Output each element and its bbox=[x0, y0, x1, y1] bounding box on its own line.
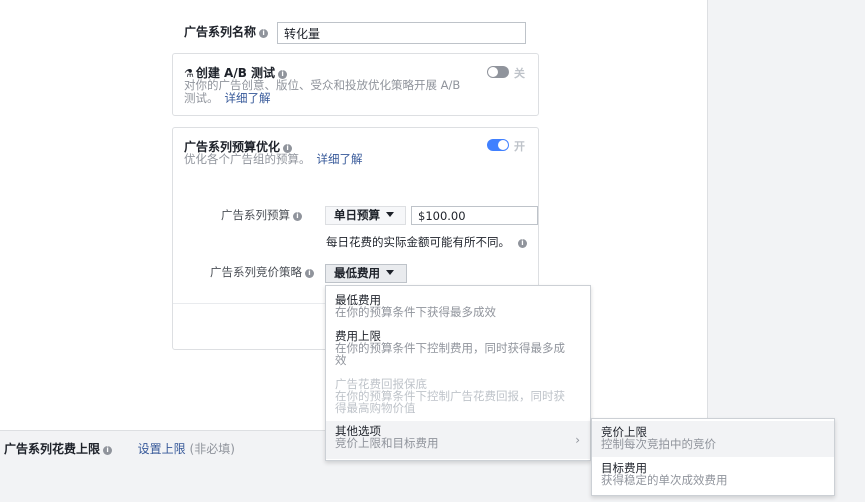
budget-opt-toggle[interactable] bbox=[487, 139, 509, 151]
toggle-knob bbox=[498, 140, 508, 150]
submenu-item-target-cost[interactable]: 目标费用 获得稳定的单次成效费用 bbox=[592, 459, 834, 493]
campaign-name-label: 广告系列名称 bbox=[184, 25, 257, 39]
set-limit-link[interactable]: 设置上限 bbox=[138, 442, 186, 456]
menu-item-subtitle: 在你的预算条件下获得最多成效 bbox=[335, 305, 496, 319]
budget-type-value: 单日预算 bbox=[334, 208, 380, 222]
menu-item-subtitle: 竞价上限和目标费用 bbox=[335, 436, 439, 450]
bid-strategy-value: 最低费用 bbox=[334, 266, 380, 280]
campaign-budget-label-text: 广告系列预算 bbox=[221, 208, 290, 222]
menu-item-subtitle: 获得稳定的单次成效费用 bbox=[601, 473, 728, 487]
menu-item-subtitle: 在你的预算条件下控制费用，同时获得最多成效 bbox=[335, 341, 565, 367]
ab-test-description: 对你的广告创意、版位、受众和投放优化策略开展 A/B 测试。 详细了解 bbox=[184, 79, 474, 105]
chevron-right-icon: › bbox=[575, 433, 580, 447]
info-icon[interactable]: i bbox=[518, 239, 527, 248]
campaign-budget-label: 广告系列预算 i bbox=[200, 207, 302, 223]
info-icon[interactable]: i bbox=[293, 212, 302, 221]
budget-opt-toggle-label: 开 bbox=[514, 140, 525, 153]
budget-opt-learn-more-link[interactable]: 详细了解 bbox=[317, 152, 363, 166]
caret-down-icon bbox=[386, 270, 394, 275]
menu-item-other-options[interactable]: 其他选项 竞价上限和目标费用 › bbox=[326, 421, 590, 459]
budget-note-text: 每日花费的实际金额可能有所不同。 bbox=[326, 235, 510, 249]
toggle-knob bbox=[488, 67, 498, 77]
info-icon[interactable]: i bbox=[259, 29, 269, 38]
menu-item-roas-floor: 广告花费回报保底 在你的预算条件下控制广告花费回报，同时获得最高购物价值 bbox=[326, 378, 590, 420]
budget-opt-description: 优化各个广告组的预算。 详细了解 bbox=[184, 153, 363, 166]
bid-strategy-label-text: 广告系列竞价策略 bbox=[210, 265, 302, 279]
menu-item-subtitle: 控制每次竞拍中的竞价 bbox=[601, 437, 716, 451]
budget-amount-input[interactable] bbox=[411, 206, 538, 225]
caret-down-icon bbox=[386, 212, 394, 217]
menu-item-subtitle: 在你的预算条件下控制广告花费回报，同时获得最高购物价值 bbox=[335, 389, 565, 415]
spend-limit-label: 广告系列花费上限 bbox=[4, 442, 101, 456]
bid-strategy-dropdown[interactable]: 最低费用 bbox=[325, 264, 407, 283]
optional-hint: (非必填) bbox=[189, 442, 235, 456]
ab-test-toggle-label: 关 bbox=[514, 67, 525, 80]
budget-opt-description-text: 优化各个广告组的预算。 bbox=[184, 152, 311, 166]
campaign-name-input[interactable] bbox=[277, 22, 526, 44]
ab-test-card: ⚗ 创建 A/B 测试 i 对你的广告创意、版位、受众和投放优化策略开展 A/B 测… bbox=[172, 53, 539, 116]
campaign-name-row: 广告系列名称 i bbox=[184, 23, 269, 40]
info-icon[interactable]: i bbox=[305, 269, 314, 278]
ab-test-toggle[interactable] bbox=[487, 66, 509, 78]
bid-strategy-label: 广告系列竞价策略 i bbox=[190, 264, 314, 280]
bid-strategy-menu: 最低费用 在你的预算条件下获得最多成效 费用上限 在你的预算条件下控制费用，同时… bbox=[325, 285, 591, 461]
budget-type-dropdown[interactable]: 单日预算 bbox=[325, 206, 406, 225]
budget-note: 每日花费的实际金额可能有所不同。 i bbox=[326, 234, 527, 250]
info-icon[interactable]: i bbox=[103, 446, 113, 455]
menu-item-cost-cap[interactable]: 费用上限 在你的预算条件下控制费用，同时获得最多成效 bbox=[326, 330, 590, 372]
spend-limit-row: 广告系列花费上限 i 设置上限 (非必填) bbox=[4, 440, 235, 457]
menu-item-lowest-cost[interactable]: 最低费用 在你的预算条件下获得最多成效 bbox=[326, 294, 590, 324]
ab-test-learn-more-link[interactable]: 详细了解 bbox=[225, 91, 271, 105]
bid-other-options-submenu: 竞价上限 控制每次竞拍中的竞价 目标费用 获得稳定的单次成效费用 bbox=[591, 418, 835, 496]
submenu-item-bid-cap[interactable]: 竞价上限 控制每次竞拍中的竞价 bbox=[592, 421, 834, 457]
